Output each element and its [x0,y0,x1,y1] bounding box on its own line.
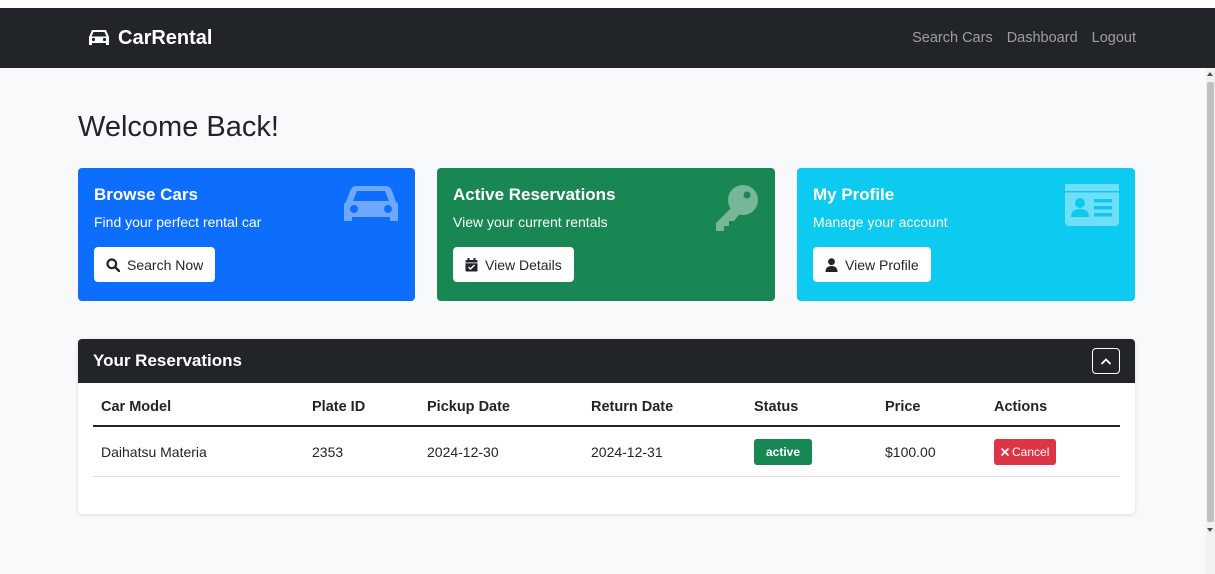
brand-name: CarRental [118,26,213,49]
reservations-header: Your Reservations [78,339,1135,383]
key-icon [716,185,758,231]
brand-link[interactable]: CarRental [87,27,212,50]
cancel-label: Cancel [1012,445,1050,459]
reservations-title: Your Reservations [93,351,242,370]
view-details-button[interactable]: View Details [453,247,574,282]
column-header: Price [877,399,986,427]
table-row: Daihatsu Materia 2353 2024-12-30 2024-12… [93,426,1120,477]
reservations-table: Car Model Plate ID Pickup Date Return Da… [93,399,1120,477]
cancel-reservation-button[interactable]: Cancel [994,439,1057,465]
status-cell: active [746,426,877,477]
scroll-thumb[interactable] [1207,82,1214,522]
column-header: Car Model [93,399,304,427]
car-icon [89,30,109,45]
active-reservations-card: Active Reservations View your current re… [437,168,775,301]
user-icon [825,257,838,272]
car-icon [344,186,398,221]
button-label: View Profile [845,256,919,273]
calendar-check-icon [465,257,478,271]
status-badge: active [754,439,813,465]
nav-logout[interactable]: Logout [1092,30,1136,46]
column-header: Return Date [583,399,746,427]
table-header-row: Car Model Plate ID Pickup Date Return Da… [93,399,1120,427]
vertical-scrollbar[interactable] [1206,68,1215,574]
my-profile-card: My Profile Manage your account View Prof… [797,168,1135,301]
button-label: Search Now [127,256,204,273]
page-title: Welcome Back! [78,111,279,143]
search-now-button[interactable]: Search Now [94,247,216,282]
actions-cell: Cancel [986,426,1120,477]
search-icon [106,257,120,272]
column-header: Status [746,399,877,427]
navbar: CarRental Search Cars Dashboard Logout [0,8,1215,68]
collapse-button[interactable] [1092,348,1120,374]
price-cell: $100.00 [877,426,986,477]
car-model-cell: Daihatsu Materia [93,426,304,477]
column-header: Pickup Date [419,399,583,427]
nav-dashboard[interactable]: Dashboard [1007,30,1078,46]
id-card-icon [1065,184,1119,226]
column-header: Plate ID [304,399,419,427]
browse-cars-card: Browse Cars Find your perfect rental car… [78,168,415,301]
close-icon [1001,448,1009,456]
button-label: View Details [485,256,562,273]
scroll-up-arrow-icon[interactable] [1207,72,1213,76]
view-profile-button[interactable]: View Profile [813,247,931,282]
nav-search-cars[interactable]: Search Cars [912,30,993,46]
return-date-cell: 2024-12-31 [583,426,746,477]
nav-links: Search Cars Dashboard Logout [912,30,1136,46]
table-wrapper: Car Model Plate ID Pickup Date Return Da… [78,399,1135,477]
browser-top-strip [0,0,1215,8]
pickup-date-cell: 2024-12-30 [419,426,583,477]
column-header: Actions [986,399,1120,427]
plate-id-cell: 2353 [304,426,419,477]
chevron-up-icon [1101,358,1111,365]
scroll-down-arrow-icon[interactable] [1207,528,1213,532]
reservations-card: Your Reservations Car Model Plate ID Pic… [78,339,1135,514]
